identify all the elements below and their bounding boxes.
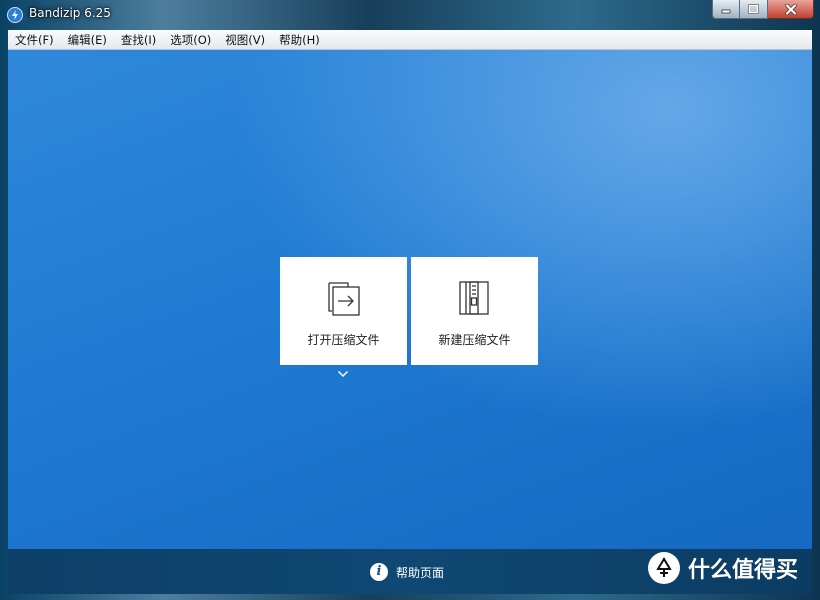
close-button[interactable] xyxy=(768,0,814,19)
close-icon xyxy=(784,3,797,15)
help-page-link[interactable]: 帮助页面 xyxy=(396,564,444,581)
minimize-icon xyxy=(721,9,731,14)
open-archive-icon xyxy=(328,282,360,316)
main-content: 打开压缩文件 新建压缩文件 xyxy=(8,50,812,549)
menu-options[interactable]: 选项(O) xyxy=(163,32,218,48)
new-archive-icon xyxy=(459,281,489,315)
watermark-text: 什么值得买 xyxy=(688,558,799,583)
window-title: Bandizip 6.25 xyxy=(29,6,111,20)
menu-bar: 文件(F) 编辑(E) 查找(I) 选项(O) 视图(V) 帮助(H) xyxy=(8,30,812,50)
info-icon[interactable]: i xyxy=(370,563,388,581)
menu-find[interactable]: 查找(I) xyxy=(114,32,163,48)
title-bar[interactable]: Bandizip 6.25 xyxy=(0,0,820,30)
maximize-icon xyxy=(748,4,759,14)
new-archive-label: 新建压缩文件 xyxy=(438,333,511,347)
maximize-button[interactable] xyxy=(740,0,768,19)
menu-view[interactable]: 视图(V) xyxy=(218,32,272,48)
caption-buttons xyxy=(712,0,814,19)
minimize-button[interactable] xyxy=(712,0,740,19)
chevron-down-icon[interactable] xyxy=(337,370,349,378)
zhi-logo-icon xyxy=(648,552,680,584)
new-archive-button[interactable]: 新建压缩文件 xyxy=(411,257,538,365)
bandizip-window: Bandizip 6.25 文件(F) 编辑(E) 查找(I) 选项(O) 视图… xyxy=(0,0,820,600)
open-archive-button[interactable]: 打开压缩文件 xyxy=(280,257,407,365)
watermark: 什么值得买 xyxy=(648,552,798,584)
bandizip-app-icon[interactable] xyxy=(7,7,23,23)
open-archive-label: 打开压缩文件 xyxy=(307,333,380,347)
menu-file[interactable]: 文件(F) xyxy=(8,32,61,48)
menu-edit[interactable]: 编辑(E) xyxy=(61,32,114,48)
menu-help[interactable]: 帮助(H) xyxy=(272,32,327,48)
